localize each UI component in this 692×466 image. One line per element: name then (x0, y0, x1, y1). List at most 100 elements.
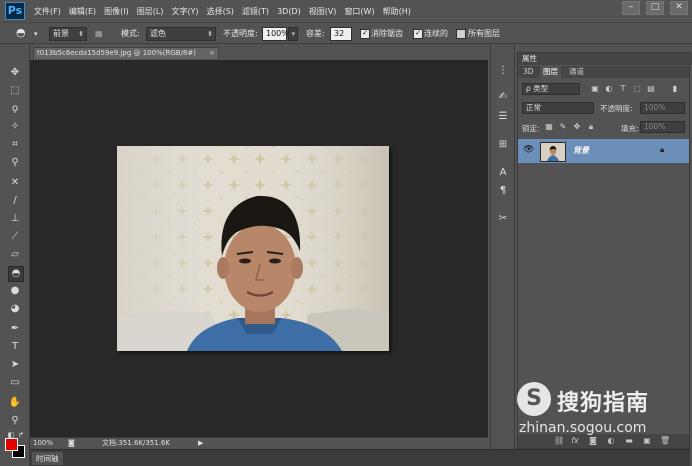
menu-select[interactable]: 选择(S) (207, 6, 234, 17)
crop-tool-icon[interactable]: ⌗ (8, 138, 22, 152)
fill-source-select[interactable]: 前景 ⬍ (49, 27, 87, 41)
properties-tab[interactable]: 属性 (518, 53, 692, 65)
lock-transparent-icon[interactable]: ▦ (544, 122, 554, 132)
tab-channels[interactable]: 通道 (566, 66, 587, 78)
visibility-eye-icon[interactable]: 👁︎ (523, 145, 534, 155)
all-layers-label: 所有图层 (468, 29, 500, 38)
type-tool-icon[interactable]: T (8, 340, 22, 354)
layer-thumbnail (540, 142, 566, 162)
dodge-tool-icon[interactable]: ◕ (8, 302, 22, 316)
clone-stamp-tool-icon[interactable]: ⊥ (8, 212, 22, 226)
layer-opacity-input[interactable]: 100% (640, 102, 685, 114)
path-selection-tool-icon[interactable]: ➤ (8, 358, 22, 372)
add-mask-icon[interactable]: ◙ (588, 436, 598, 446)
menu-file[interactable]: 文件(F) (34, 6, 61, 17)
opacity-input[interactable]: 100% (262, 27, 289, 41)
layer-style-icon[interactable]: fx (570, 436, 580, 446)
chevron-down-icon: ⬍ (207, 30, 213, 38)
close-icon[interactable]: × (209, 48, 215, 59)
new-group-icon[interactable]: ▬ (624, 436, 634, 446)
opacity-dropdown[interactable]: ▾ (288, 27, 298, 41)
filter-toggle-icon[interactable]: ▮ (670, 84, 680, 94)
menu-bar: Ps 文件(F) 编辑(E) 图像(I) 图层(L) 文字(Y) 选择(S) 滤… (0, 0, 692, 22)
menu-view[interactable]: 视图(V) (309, 6, 337, 17)
blur-tool-icon[interactable]: ● (8, 284, 22, 298)
brush-tool-icon[interactable]: / (8, 194, 22, 208)
rectangle-tool-icon[interactable]: ▭ (8, 376, 22, 390)
paint-bucket-icon[interactable]: ◓ (16, 26, 26, 40)
layer-filter-select[interactable]: ρ 类型 (522, 83, 580, 95)
paragraph-panel-icon[interactable]: ¶ (496, 184, 510, 198)
marquee-tool-icon[interactable]: ⬚ (8, 84, 22, 98)
menu-image[interactable]: 图像(I) (104, 6, 129, 17)
tool-preset-arrow-icon[interactable]: ▾ (34, 27, 38, 41)
eraser-tool-icon[interactable]: ▱ (8, 248, 22, 262)
menu-3d[interactable]: 3D(D) (277, 7, 301, 16)
menu-window[interactable]: 窗口(W) (344, 6, 374, 17)
lock-all-icon[interactable]: 🔒︎ (586, 122, 596, 132)
menu-edit[interactable]: 编辑(E) (69, 6, 96, 17)
layer-opacity-label: 不透明度: (600, 104, 633, 113)
smart-object-filter-icon[interactable]: ▤ (646, 84, 656, 94)
move-tool-icon[interactable]: ✥ (8, 66, 22, 80)
antialias-checkbox[interactable]: ✓ (360, 29, 370, 39)
chevron-down-icon: ▾ (291, 30, 295, 38)
timeline-tab[interactable]: 时间轴 (32, 452, 63, 465)
layer-row-background[interactable]: 👁︎ 背景 🔒︎ (518, 139, 689, 163)
tab-layers[interactable]: 图层 (540, 66, 561, 78)
sliders-panel-icon[interactable]: ☰ (496, 110, 510, 124)
foreground-color-swatch[interactable] (5, 438, 18, 451)
tool-presets-panel-icon[interactable]: ✂ (496, 212, 510, 226)
lock-pixels-icon[interactable]: ✎ (558, 122, 568, 132)
image-filter-icon[interactable]: ▣ (590, 84, 600, 94)
layers-panel-footer: ⛓ fx ◙ ◐ ▬ ▣ 🗑︎ (518, 434, 689, 448)
mode-select[interactable]: 滤色 ⬍ (146, 27, 216, 41)
history-brush-tool-icon[interactable]: ⟋ (8, 230, 22, 244)
status-menu-arrow-icon[interactable]: ▶ (198, 438, 203, 449)
adjustment-layer-icon[interactable]: ◐ (606, 436, 616, 446)
maximize-button[interactable]: □ (646, 1, 664, 15)
magic-wand-tool-icon[interactable]: ✧ (8, 120, 22, 134)
layer-name[interactable]: 背景 (573, 145, 589, 156)
actions-panel-icon[interactable]: ⊞ (496, 138, 510, 152)
blend-mode-select[interactable]: 正常 (522, 102, 594, 114)
hand-tool-icon[interactable]: ✋ (8, 396, 22, 410)
blend-mode-value: 正常 (526, 103, 541, 112)
adjustment-filter-icon[interactable]: ◐ (604, 84, 614, 94)
status-bar: 100% ◙ 文档:351.6K/351.6K ▶ (30, 437, 488, 449)
document-tab[interactable]: t013b5c6ecda15d59e9.jpg @ 100%(RGB/8#) × (33, 47, 219, 59)
document-image[interactable] (117, 146, 389, 351)
status-info-icon[interactable]: ◙ (68, 438, 75, 449)
eyedropper-tool-icon[interactable]: ⚲ (8, 156, 22, 170)
healing-brush-tool-icon[interactable]: ✕ (8, 176, 22, 190)
lock-icon: 🔒︎ (660, 145, 665, 154)
tolerance-input[interactable]: 32 (330, 27, 352, 41)
character-panel-icon[interactable]: A (496, 166, 510, 180)
close-button[interactable]: ✕ (670, 1, 688, 15)
pen-tool-icon[interactable]: ✒ (8, 322, 22, 336)
shape-filter-icon[interactable]: ⬚ (632, 84, 642, 94)
tab-3d[interactable]: 3D (520, 66, 537, 78)
type-filter-icon[interactable]: T (618, 84, 628, 94)
menu-type[interactable]: 文字(Y) (171, 6, 198, 17)
menu-help[interactable]: 帮助(H) (383, 6, 411, 17)
lock-position-icon[interactable]: ✥ (572, 122, 582, 132)
zoom-level[interactable]: 100% (33, 438, 53, 449)
delete-layer-icon[interactable]: 🗑︎ (660, 436, 670, 446)
menu-filter[interactable]: 滤镜(T) (242, 6, 269, 17)
contiguous-checkbox[interactable]: ✓ (413, 29, 423, 39)
all-layers-checkbox[interactable] (456, 29, 466, 39)
layer-thumbnail-image (541, 143, 565, 161)
history-panel-icon[interactable]: ⋮ (496, 64, 510, 78)
pattern-swatch-icon[interactable]: ▦ (95, 27, 103, 41)
tools-panel: ✥ ⬚ ϙ ✧ ⌗ ⚲ ✕ / ⊥ ⟋ ▱ ◓ ● ◕ ✒ T ➤ ▭ ✋ ⚲ … (0, 44, 30, 466)
lasso-tool-icon[interactable]: ϙ (8, 102, 22, 116)
adjustments-panel-icon[interactable]: ✍ (496, 90, 510, 104)
link-layers-icon[interactable]: ⛓ (554, 436, 564, 446)
paint-bucket-tool-icon[interactable]: ◓ (8, 266, 24, 282)
minimize-button[interactable]: – (622, 1, 640, 15)
new-layer-icon[interactable]: ▣ (642, 436, 652, 446)
fill-input[interactable]: 100% (640, 121, 685, 133)
zoom-tool-icon[interactable]: ⚲ (8, 414, 22, 428)
menu-layer[interactable]: 图层(L) (137, 6, 164, 17)
